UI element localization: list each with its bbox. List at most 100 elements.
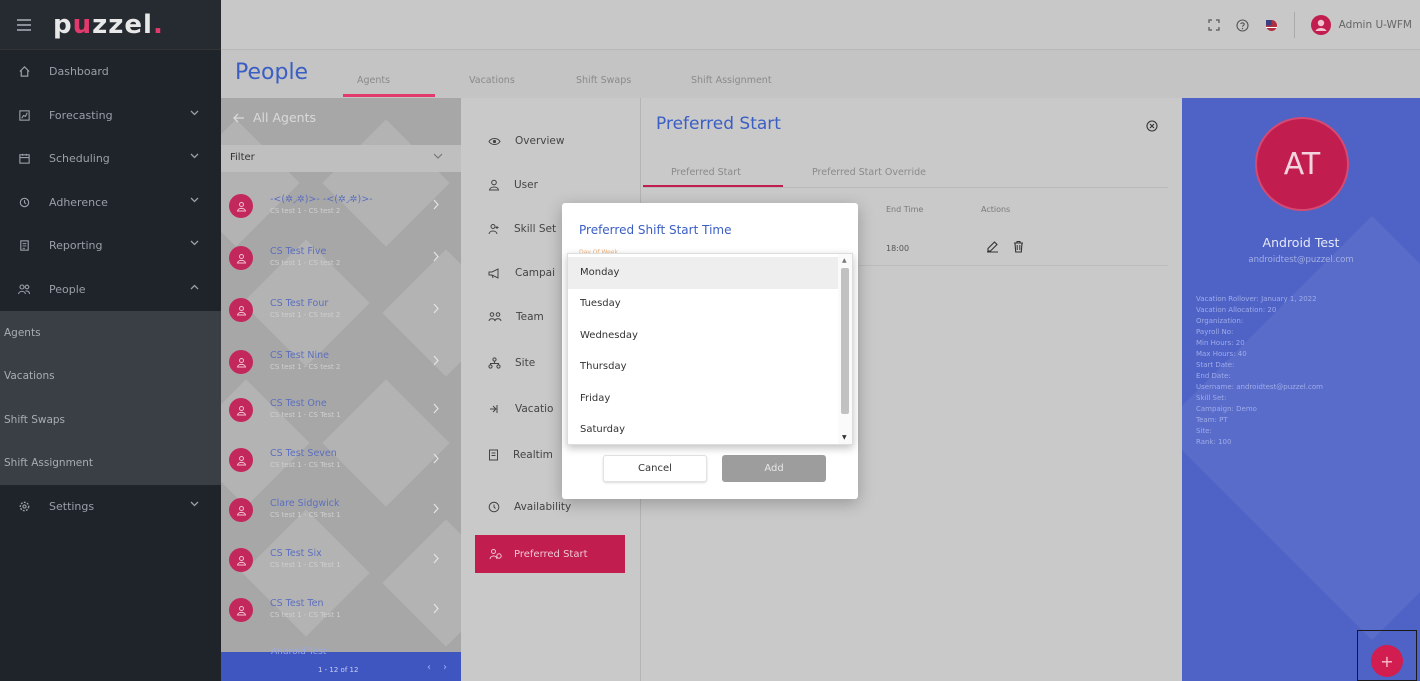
tab-preferred-start-override[interactable]: Preferred Start Override — [812, 167, 926, 178]
eye-icon — [488, 137, 501, 145]
sidebar-item-dashboard[interactable]: Dashboard — [0, 50, 221, 94]
chevron-right-icon — [433, 603, 439, 614]
detail-nav-availability[interactable]: Availability — [488, 501, 571, 513]
detail-nav-team[interactable]: Team — [488, 311, 544, 323]
agent-name: CS Test Six — [270, 548, 322, 559]
chevron-right-icon — [433, 199, 439, 210]
add-fab-button[interactable]: + — [1371, 645, 1403, 677]
agent-list-item[interactable]: CS Test Nine CS test 1 - CS test 2 — [221, 337, 461, 387]
edit-icon[interactable] — [986, 240, 999, 253]
language-flag-icon[interactable] — [1265, 19, 1278, 32]
sidebar-subitem-agents[interactable]: Agents — [0, 311, 221, 355]
detail-nav-overview[interactable]: Overview — [488, 135, 564, 147]
scrollbar-thumb[interactable] — [841, 268, 849, 414]
agent-list-item[interactable]: CS Test Six CS test 1 - CS Test 1 — [221, 535, 461, 585]
chevron-right-icon — [433, 453, 439, 464]
agent-list-item[interactable]: CS Test Four CS test 1 - CS test 2 — [221, 285, 461, 335]
tab-shift-swaps[interactable]: Shift Swaps — [576, 75, 631, 86]
agent-campaign: CS test 1 - CS Test 1 — [270, 561, 341, 569]
profile-info-line: Vacation Rollover: January 1, 2022 — [1196, 295, 1317, 303]
profile-info-line: Username: androidtest@puzzel.com — [1196, 383, 1323, 391]
sidebar-item-adherence[interactable]: Adherence — [0, 181, 221, 225]
scroll-up-icon[interactable]: ▲ — [842, 257, 847, 264]
detail-nav-vacation[interactable]: Vacatio — [488, 403, 553, 415]
profile-info-line: Team: PT — [1196, 416, 1228, 424]
fullscreen-icon[interactable] — [1208, 19, 1220, 31]
detail-nav-skill-set[interactable]: Skill Set — [488, 223, 556, 235]
avatar — [229, 548, 253, 572]
back-to-all-agents[interactable]: All Agents — [233, 110, 316, 125]
chevron-right-icon — [433, 503, 439, 514]
profile-info-line: Payroll No: — [1196, 328, 1234, 336]
tab-shift-assignment[interactable]: Shift Assignment — [691, 75, 772, 86]
tab-agents[interactable]: Agents — [357, 75, 390, 86]
avatar — [229, 194, 253, 218]
agent-list-item[interactable]: -<(✲◞✲)>- -<(✲◞✲)>- CS test 1 - CS test … — [221, 181, 461, 231]
sidebar-subitem-shift-swaps[interactable]: Shift Swaps — [0, 398, 221, 442]
agent-list-item[interactable]: CS Test Five CS test 1 - CS test 2 — [221, 233, 461, 283]
profile-info-line: Vacation Allocation: 20 — [1196, 306, 1277, 314]
chevron-up-icon — [190, 284, 199, 289]
chevron-down-icon — [190, 153, 199, 159]
sidebar-item-reporting[interactable]: Reporting — [0, 224, 221, 268]
profile-info-line: Organization: — [1196, 317, 1244, 325]
app-page: puzzel. Dashboard Forecasting Scheduling… — [0, 0, 1420, 681]
sidebar-item-scheduling[interactable]: Scheduling — [0, 137, 221, 181]
option-saturday[interactable]: Saturday — [568, 414, 840, 446]
close-icon[interactable] — [1146, 120, 1158, 132]
scroll-down-icon[interactable]: ▼ — [842, 434, 847, 441]
add-button[interactable]: Add — [722, 455, 826, 482]
detail-nav-user[interactable]: User — [488, 179, 538, 191]
profile-info-line: Site: — [1196, 427, 1212, 435]
user-icon — [488, 179, 500, 191]
sidebar-subitem-shift-assignment[interactable]: Shift Assignment — [0, 442, 221, 486]
sidebar-item-label: Scheduling — [49, 152, 110, 166]
chevron-down-icon — [433, 153, 443, 159]
option-friday[interactable]: Friday — [568, 383, 840, 415]
scrollbar[interactable]: ▲ ▼ — [838, 254, 852, 444]
user-menu[interactable]: Admin U-WFM — [1310, 15, 1412, 35]
pager-range: 1 - 12 of 12 — [318, 666, 359, 674]
sidebar-item-forecasting[interactable]: Forecasting — [0, 94, 221, 138]
pager-prev-icon[interactable]: ‹ — [427, 662, 431, 673]
option-wednesday[interactable]: Wednesday — [568, 320, 840, 352]
option-tuesday[interactable]: Tuesday — [568, 288, 840, 320]
home-icon — [17, 65, 31, 79]
option-monday[interactable]: Monday — [568, 257, 840, 289]
people-icon — [17, 282, 31, 296]
column-header-actions: Actions — [981, 205, 1011, 214]
sidebar-item-label: People — [49, 282, 86, 296]
people-header: People Agents Vacations Shift Swaps Shif… — [221, 50, 1420, 98]
sidebar: puzzel. Dashboard Forecasting Scheduling… — [0, 0, 221, 681]
detail-nav-preferred-start[interactable]: Preferred Start — [475, 535, 625, 573]
detail-nav-realtime[interactable]: Realtim — [488, 449, 553, 461]
agent-list-item[interactable]: CS Test Seven CS test 1 - CS Test 1 — [221, 435, 461, 485]
agent-campaign: CS test 1 - CS Test 1 — [270, 461, 341, 469]
agent-name: CS Test Nine — [270, 350, 330, 361]
day-of-week-dropdown: Monday Tuesday Wednesday Thursday Friday… — [567, 253, 853, 445]
avatar — [229, 350, 253, 374]
divider — [643, 187, 1168, 188]
profile-info-line: Min Hours: 20 — [1196, 339, 1245, 347]
cancel-button[interactable]: Cancel — [603, 455, 707, 482]
agent-list-item[interactable]: CS Test One CS test 1 - CS Test 1 — [221, 385, 461, 435]
sidebar-item-settings[interactable]: Settings — [0, 485, 221, 529]
chevron-right-icon — [433, 355, 439, 366]
team-icon — [488, 312, 502, 322]
tab-preferred-start[interactable]: Preferred Start — [671, 167, 741, 178]
detail-nav-campaign[interactable]: Campai — [488, 267, 555, 279]
help-icon[interactable] — [1236, 18, 1249, 32]
agent-list-item[interactable]: Clare Sidgwick CS test 1 - CS Test 1 — [221, 485, 461, 535]
sidebar-subitem-vacations[interactable]: Vacations — [0, 355, 221, 399]
sidebar-item-label: Forecasting — [49, 108, 113, 122]
detail-nav-site[interactable]: Site — [488, 357, 535, 369]
tab-vacations[interactable]: Vacations — [469, 75, 515, 86]
sidebar-item-people[interactable]: People — [0, 268, 221, 312]
profile-info-line: End Date: — [1196, 372, 1231, 380]
menu-icon[interactable] — [17, 18, 31, 31]
pager-next-icon[interactable]: › — [443, 662, 447, 673]
option-thursday[interactable]: Thursday — [568, 351, 840, 383]
delete-icon[interactable] — [1013, 240, 1024, 253]
agent-list-item[interactable]: CS Test Ten CS test 1 - CS Test 1 — [221, 585, 461, 635]
filter-dropdown[interactable]: Filter — [221, 145, 461, 172]
